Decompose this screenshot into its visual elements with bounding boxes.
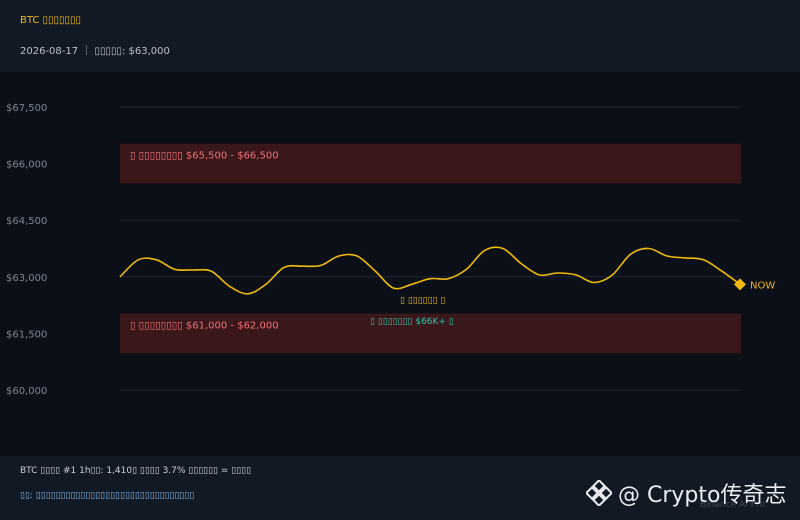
chart-header: BTC ▯▯▯▯▯▯▯ 2026-08-17 ｜ ▯▯▯▯▯: $63,000 [0, 0, 800, 72]
footer-stats: BTC ▯▯▯▯ #1 1h▯▯: 1,410▯ ▯▯▯▯ 3.7% ▯▯▯▯▯… [20, 466, 252, 476]
binance-logo-icon [586, 480, 612, 506]
price-line [119, 246, 741, 295]
y-tick-label: $64,500 [6, 216, 47, 227]
zone-label: ▯ ▯▯▯▯▯▯▯▯ $61,000 - $62,000 [130, 321, 279, 332]
watermark: @ Crypto传奇志 [586, 478, 786, 508]
resistance-zone [120, 143, 741, 184]
price-chart: $60,000 $61,500 $63,000 $64,500 $66,000 $67,5… [6, 103, 775, 397]
chart-title: BTC ▯▯▯▯▯▯▯ [20, 15, 82, 26]
y-tick-label: $61,500 [6, 329, 47, 340]
annotation-primary: ▯ ▯▯▯▯▯▯ ▯ [400, 296, 445, 306]
y-tick-label: $67,500 [6, 103, 47, 114]
annotation-target: ▯ ▯▯▯▯▯▯▯ $66K+ ▯ [370, 317, 454, 327]
now-label: NOW [750, 280, 775, 291]
y-tick-label: $66,000 [6, 160, 47, 171]
y-tick-label: $63,000 [6, 273, 47, 284]
zone-label: ▯ ▯▯▯▯▯▯▯▯ $65,500 - $66,500 [130, 151, 279, 162]
chart-subtitle: 2026-08-17 ｜ ▯▯▯▯▯: $63,000 [20, 46, 170, 57]
y-tick-label: $60,000 [6, 386, 47, 397]
now-marker [734, 278, 746, 291]
watermark-text: @ Crypto传奇志 [618, 483, 787, 508]
footer-note-link[interactable]: ▯▯: ▯▯▯▯▯▯▯▯▯▯▯▯▯▯▯▯▯▯▯▯▯▯▯▯▯▯▯▯▯▯▯▯ [20, 491, 194, 501]
